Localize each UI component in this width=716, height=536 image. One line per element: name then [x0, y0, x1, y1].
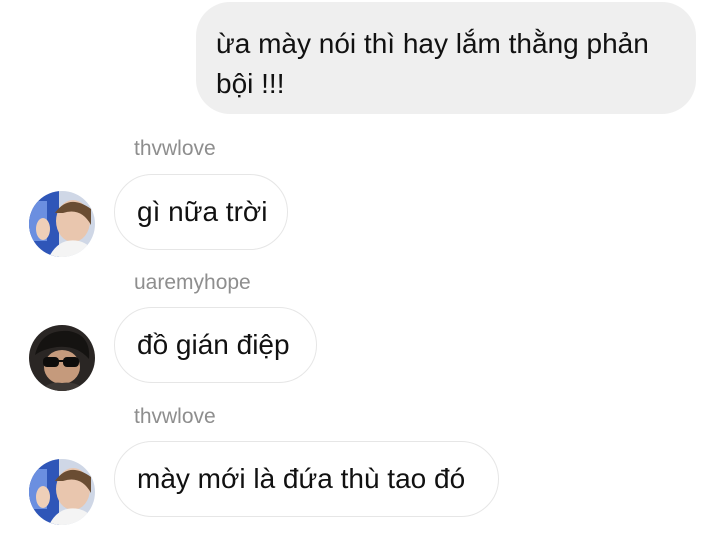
avatar[interactable]	[29, 191, 95, 257]
sender-name: thvwlove	[134, 405, 216, 428]
incoming-message-bubble[interactable]: mày mới là đứa thù tao đó	[114, 441, 499, 517]
sender-name: uaremyhope	[134, 271, 251, 294]
avatar[interactable]	[29, 459, 95, 525]
incoming-message-bubble[interactable]: đồ gián điệp	[114, 307, 317, 383]
incoming-message-bubble[interactable]: gì nữa trời	[114, 174, 288, 250]
message-text: đồ gián điệp	[137, 329, 290, 360]
chat-thread: ừa mày nói thì hay lắm thằng phản bội !!…	[0, 0, 716, 536]
sender-name: thvwlove	[134, 137, 216, 160]
outgoing-message-text: ừa mày nói thì hay lắm thằng phản bội !!…	[216, 28, 649, 99]
message-text: mày mới là đứa thù tao đó	[137, 463, 466, 494]
message-text: gì nữa trời	[137, 196, 268, 227]
avatar[interactable]	[29, 325, 95, 391]
outgoing-message-bubble[interactable]: ừa mày nói thì hay lắm thằng phản bội !!…	[196, 2, 696, 114]
